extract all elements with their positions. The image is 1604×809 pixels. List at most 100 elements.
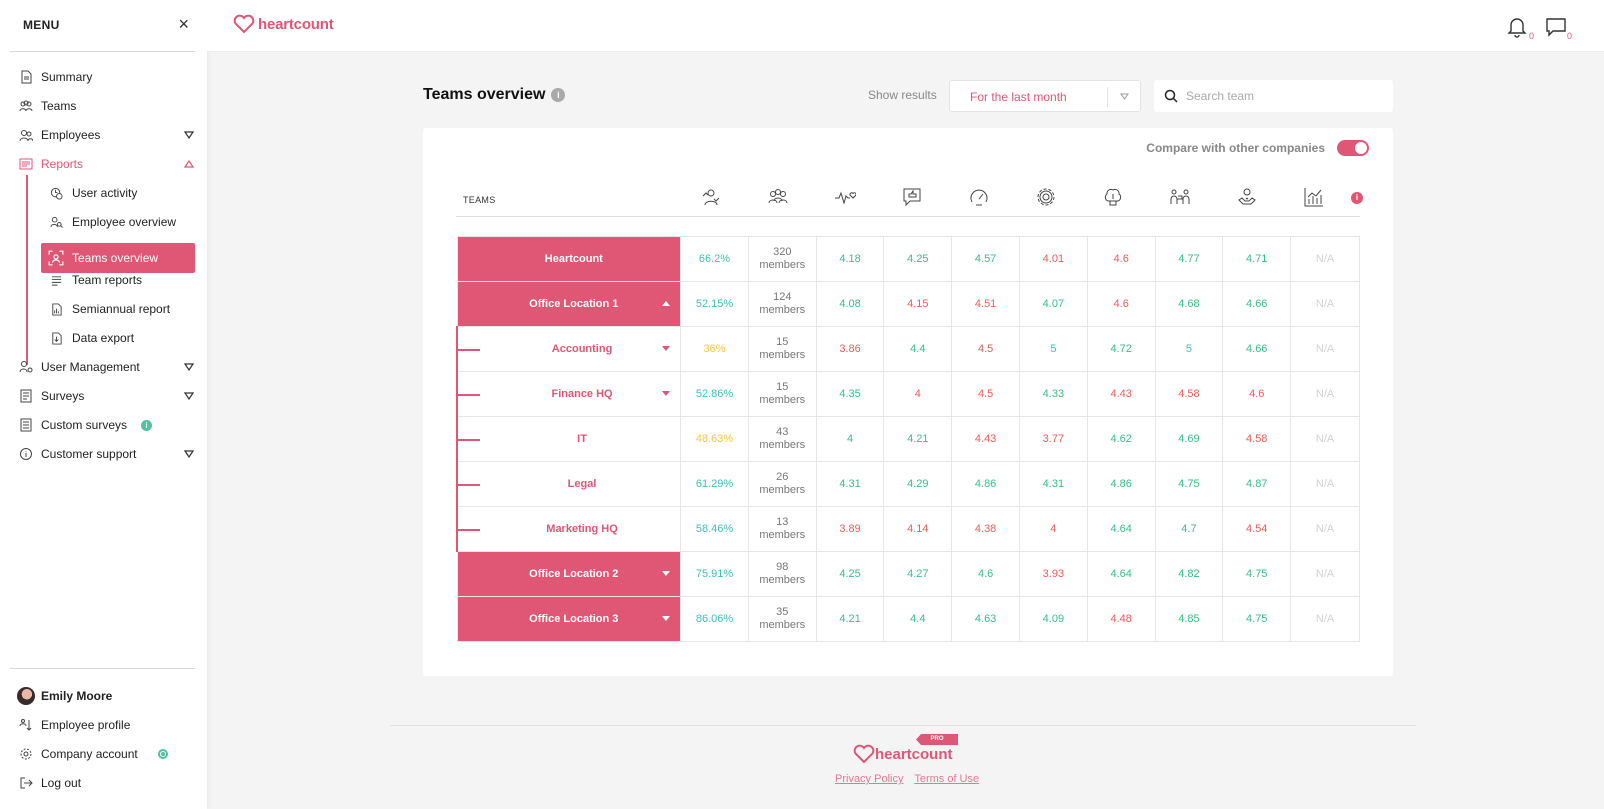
members-label: members <box>759 394 806 406</box>
chevron-down-icon[interactable] <box>184 392 194 400</box>
page-title: Teams overview i <box>423 86 566 104</box>
sidebar-item-surveys[interactable]: Surveys <box>18 385 84 407</box>
close-menu-button[interactable]: × <box>178 14 189 35</box>
privacy-policy-link[interactable]: Privacy Policy <box>835 773 903 785</box>
table-row: Office Location 2 75.91% 98 members 4.25 4.27… <box>456 551 1360 597</box>
team-name: Finance HQ <box>551 388 613 400</box>
messages-button[interactable]: 0 <box>1545 16 1572 41</box>
gauge-icon[interactable] <box>945 180 1012 214</box>
members-count: 26 <box>776 471 789 483</box>
avatar <box>17 687 35 705</box>
sidebar-item-reports[interactable]: Reports <box>18 153 83 175</box>
compare-toggle[interactable] <box>1337 140 1369 156</box>
team-icon <box>18 98 34 114</box>
expand-arrow-icon[interactable] <box>662 571 671 576</box>
score-cell: 4.72 <box>1086 326 1156 372</box>
score-cell: 4.62 <box>1086 416 1156 462</box>
footer-divider <box>390 725 1416 726</box>
heartbeat-icon[interactable] <box>811 180 878 214</box>
score-cell: 4.86 <box>1086 461 1156 507</box>
footer-brand: heartcount <box>875 745 953 763</box>
expand-arrow-icon[interactable] <box>662 391 671 396</box>
sidebar-subitem-employee-overview[interactable]: Employee overview <box>48 211 176 233</box>
sidebar-item-log-out[interactable]: Log out <box>18 772 81 794</box>
chevron-up-icon[interactable] <box>184 160 194 168</box>
sidebar-item-label: User Management <box>41 360 140 374</box>
menu-title: MENU <box>23 18 60 32</box>
document-icon <box>18 69 34 85</box>
notifications-count: 0 <box>1528 31 1534 41</box>
sidebar-subitem-data-export[interactable]: Data export <box>48 327 134 349</box>
score-cell: 4.14 <box>883 506 953 552</box>
period-dropdown[interactable]: For the last month <box>949 80 1141 112</box>
terms-of-use-link[interactable]: Terms of Use <box>914 773 979 785</box>
sidebar-subitem-label: Teams overview <box>72 251 159 265</box>
chevron-down-icon[interactable] <box>184 363 194 371</box>
team-name-cell[interactable]: IT <box>456 416 682 462</box>
custom-survey-icon <box>18 417 34 433</box>
score-cell: 4.29 <box>883 461 953 507</box>
sidebar-item-summary[interactable]: Summary <box>18 66 92 88</box>
score-cell: 5 <box>1154 326 1224 372</box>
sidebar-item-employee-profile[interactable]: Employee profile <box>18 714 130 736</box>
footer-logo[interactable]: heartcount <box>853 744 953 764</box>
sidebar-item-user-management[interactable]: User Management <box>18 356 140 378</box>
team-name-cell[interactable]: Office Location 2 <box>456 551 682 597</box>
settings-gear-icon[interactable] <box>1012 180 1079 214</box>
sidebar-item-company-account[interactable]: Company account <box>18 743 168 765</box>
expand-arrow-icon[interactable] <box>662 616 671 621</box>
info-icon[interactable]: i <box>141 419 153 431</box>
team-name-cell[interactable]: Marketing HQ <box>456 506 682 552</box>
info-icon[interactable]: i <box>551 88 566 102</box>
sidebar-item-label: Customer support <box>41 447 137 461</box>
collapse-arrow-icon[interactable] <box>662 301 671 306</box>
info-icon[interactable]: i <box>1351 192 1363 204</box>
engagement-icon[interactable] <box>677 180 744 214</box>
expand-arrow-icon[interactable] <box>662 346 671 351</box>
members-count: 35 <box>776 606 789 618</box>
wellbeing-icon[interactable] <box>1213 180 1280 214</box>
chevron-down-icon[interactable] <box>184 131 194 139</box>
score-cell: 4.48 <box>1086 596 1156 642</box>
messages-count: 0 <box>1566 31 1572 41</box>
team-name-cell[interactable]: Legal <box>456 461 682 507</box>
score-cell: 4.82 <box>1154 551 1224 597</box>
sidebar-subitem-label: User activity <box>72 186 138 200</box>
team-name-cell[interactable]: Office Location 3 <box>456 596 682 642</box>
team-name-cell[interactable]: Finance HQ <box>456 371 682 417</box>
gear-icon <box>18 746 34 762</box>
sidebar-subitem-team-reports[interactable]: Team reports <box>48 269 142 291</box>
collaboration-icon[interactable] <box>1146 180 1213 214</box>
score-cell: 4.69 <box>1154 416 1224 462</box>
score-cell: 4.64 <box>1086 506 1156 552</box>
notifications-button[interactable]: 0 <box>1507 16 1534 41</box>
score-cell: 4.63 <box>951 596 1020 642</box>
score-cell: 4.31 <box>1019 461 1088 507</box>
score-cell: N/A <box>1290 551 1360 597</box>
sidebar-item-label: Teams <box>41 99 77 113</box>
survey-icon <box>18 388 34 404</box>
sidebar-item-label: Custom surveys <box>41 418 128 432</box>
brain-icon[interactable] <box>1079 180 1146 214</box>
brand-logo[interactable]: heartcount <box>233 14 334 34</box>
sidebar-item-customer-support[interactable]: Customer support <box>18 443 136 465</box>
user-management-icon <box>18 359 34 375</box>
current-user[interactable]: Emily Moore <box>17 685 112 707</box>
feedback-icon[interactable] <box>878 180 945 214</box>
team-name-cell[interactable]: Heartcount <box>456 236 682 282</box>
growth-chart-icon[interactable] <box>1280 180 1347 214</box>
sidebar-item-employees[interactable]: Employees <box>18 124 100 146</box>
participation-cell: 58.46% <box>680 506 749 552</box>
sidebar-item-custom-surveys[interactable]: Custom surveys i <box>18 414 153 436</box>
score-cell: 4.4 <box>883 326 953 372</box>
chevron-down-icon[interactable] <box>184 450 194 458</box>
sidebar-item-teams[interactable]: Teams <box>18 95 76 117</box>
members-cell: 98 members <box>747 551 817 597</box>
sidebar-subitem-semiannual-report[interactable]: Semiannual report <box>48 298 170 320</box>
score-cell: 4.5 <box>951 326 1020 372</box>
search-input[interactable] <box>1186 89 1376 103</box>
sidebar-subitem-user-activity[interactable]: User activity <box>48 182 137 204</box>
team-name-cell[interactable]: Accounting <box>456 326 682 372</box>
team-members-icon[interactable] <box>744 180 811 214</box>
team-name-cell[interactable]: Office Location 1 <box>456 281 682 327</box>
